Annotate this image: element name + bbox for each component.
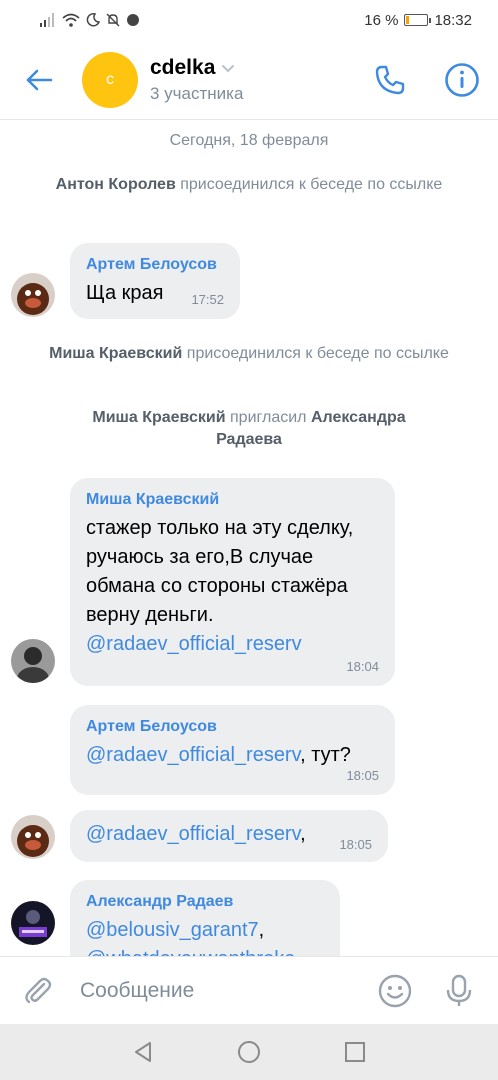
- chat-members-count: 3 участника: [150, 83, 244, 103]
- avatar[interactable]: [11, 815, 55, 859]
- system-nav-bar: [0, 1024, 498, 1080]
- message-time: 18:05: [339, 837, 372, 852]
- message-body: стажер только на эту сделку, ручаюсь за …: [86, 517, 354, 626]
- clock: 18:32: [434, 11, 472, 29]
- microphone-icon: [446, 974, 472, 1006]
- smile-icon: [378, 974, 412, 1008]
- system-event: Антон Королев присоединился к беседе по …: [40, 174, 458, 196]
- user-photo-icon: [11, 273, 55, 317]
- message-bubble[interactable]: Миша Краевский стажер только на эту сдел…: [70, 478, 395, 686]
- sticker-button[interactable]: [377, 973, 413, 1009]
- message-bubble[interactable]: Александр Радаев @belousiv_garant7, @what…: [70, 880, 340, 956]
- event-text: пригласил: [225, 409, 311, 426]
- event-actor[interactable]: Миша Краевский: [92, 409, 225, 426]
- message-text: @radaev_official_reserv, тут?: [86, 741, 379, 770]
- info-icon: [445, 63, 479, 97]
- event-text: присоединился к беседе по ссылке: [182, 345, 449, 362]
- wifi-icon: [62, 13, 80, 27]
- user-photo-icon: [11, 815, 55, 859]
- chat-notification-icon: [127, 14, 139, 26]
- nav-back-button[interactable]: [131, 1040, 155, 1064]
- circle-home-icon: [238, 1041, 260, 1063]
- system-event: Миша Краевский пригласил Александра Рада…: [60, 407, 438, 451]
- moon-icon: [86, 13, 100, 27]
- chevron-down-icon: [222, 64, 235, 72]
- battery-fill: [406, 16, 410, 24]
- message-body: , тут?: [300, 744, 351, 766]
- event-actor[interactable]: Миша Краевский: [49, 345, 182, 362]
- chat-title: cdelka: [150, 55, 216, 79]
- back-button[interactable]: [0, 40, 78, 120]
- message-input[interactable]: Сообщение: [80, 979, 194, 1003]
- message-time: 18:04: [346, 659, 379, 674]
- message-text: @radaev_official_reserv,: [86, 820, 372, 849]
- message-body: ,: [258, 919, 265, 941]
- nav-recents-button[interactable]: [343, 1040, 367, 1064]
- avatar[interactable]: [11, 639, 55, 683]
- battery-icon: [404, 14, 432, 26]
- chat-avatar[interactable]: c: [82, 51, 138, 108]
- voice-button[interactable]: [441, 973, 477, 1009]
- attach-button[interactable]: [20, 973, 56, 1009]
- user-photo-icon: [11, 901, 55, 945]
- message-bubble[interactable]: Артем Белоусов @radaev_official_reserv, …: [70, 705, 395, 795]
- chat-header: c cdelka 3 участника: [0, 40, 498, 120]
- message-author[interactable]: Артем Белоусов: [86, 717, 379, 737]
- arrow-left-icon: [26, 69, 53, 90]
- mention-link[interactable]: @belousiv_garant7: [86, 919, 259, 941]
- system-event: Миша Краевский присоединился к беседе по…: [40, 343, 458, 365]
- message-text: стажер только на эту сделку, ручаюсь за …: [86, 514, 379, 659]
- event-actor[interactable]: Антон Королев: [56, 176, 176, 193]
- message-composer: Сообщение: [0, 956, 498, 1024]
- message-feed[interactable]: Сегодня, 18 февраля Антон Королев присое…: [0, 121, 498, 956]
- nav-home-button[interactable]: [237, 1040, 261, 1064]
- mute-icon: [106, 13, 120, 27]
- battery-percent: 16 %: [364, 11, 399, 29]
- status-bar: 16 % 18:32: [0, 0, 498, 40]
- mention-link[interactable]: @whatdoyouwantbroke: [86, 948, 295, 956]
- status-icons: [40, 13, 140, 27]
- message-author[interactable]: Артем Белоусов: [86, 255, 224, 275]
- chat-info[interactable]: cdelka 3 участника: [150, 56, 243, 104]
- info-button[interactable]: [442, 60, 482, 100]
- paperclip-icon: [25, 977, 52, 1004]
- triangle-back-icon: [135, 1042, 151, 1062]
- date-separator: Сегодня, 18 февраля: [169, 132, 329, 149]
- message-author[interactable]: Александр Радаев: [86, 892, 324, 912]
- message-author[interactable]: Миша Краевский: [86, 490, 379, 510]
- signal-icon: [40, 13, 54, 27]
- mention-link[interactable]: @radaev_official_reserv: [86, 744, 300, 766]
- event-text: присоединился к беседе по ссылке: [175, 176, 443, 193]
- mention-link[interactable]: @radaev_official_reserv: [86, 823, 300, 845]
- message-time: 18:05: [346, 768, 379, 783]
- mention-link[interactable]: @radaev_official_reserv: [86, 633, 302, 655]
- message-body: ,: [300, 823, 306, 845]
- message-time: 17:52: [191, 292, 224, 307]
- message-text: @belousiv_garant7, @whatdoyouwantbroke: [86, 916, 324, 956]
- user-photo-icon: [11, 639, 55, 683]
- avatar[interactable]: [11, 901, 55, 945]
- square-recents-icon: [345, 1042, 365, 1062]
- phone-icon: [375, 65, 405, 95]
- avatar[interactable]: [11, 273, 55, 317]
- message-bubble[interactable]: @radaev_official_reserv, 18:05: [70, 810, 388, 862]
- call-button[interactable]: [370, 60, 410, 100]
- message-bubble[interactable]: Артем Белоусов Ща края 17:52: [70, 243, 240, 319]
